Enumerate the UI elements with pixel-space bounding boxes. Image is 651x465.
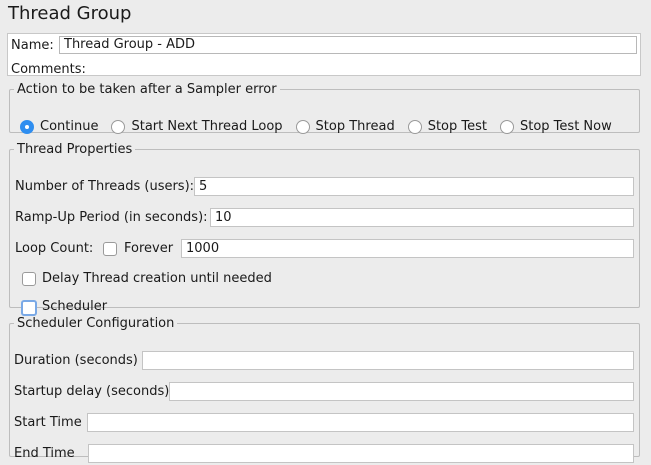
- name-label: Name:: [11, 38, 54, 53]
- start-time-label: Start Time: [14, 415, 82, 430]
- start-time-input[interactable]: [87, 413, 634, 432]
- startup-delay-input[interactable]: [169, 382, 634, 401]
- name-panel: Name: Thread Group - ADD Comments:: [7, 33, 641, 77]
- radio-stop-thread-icon[interactable]: [295, 119, 310, 134]
- radio-stop-test-label: Stop Test: [427, 119, 487, 134]
- radio-start-next-thread-loop[interactable]: Start Next Thread Loop: [111, 119, 283, 134]
- end-time-label: End Time: [14, 446, 75, 461]
- end-time-input[interactable]: [88, 444, 634, 463]
- delay-label: Delay Thread creation until needed: [42, 271, 272, 286]
- radio-continue-icon[interactable]: [20, 119, 34, 134]
- scheduler-label: Scheduler: [42, 299, 108, 314]
- scheduler-config-legend: Scheduler Configuration: [17, 316, 175, 331]
- forever-label: Forever: [124, 241, 174, 256]
- radio-stop-test[interactable]: Stop Test: [407, 119, 487, 134]
- delay-checkbox[interactable]: [22, 272, 36, 286]
- radio-start-next-thread-loop-icon[interactable]: [111, 119, 126, 134]
- thread-properties-legend: Thread Properties: [17, 142, 133, 157]
- delay-row: Delay Thread creation until needed: [10, 269, 639, 289]
- threads-label: Number of Threads (users):: [15, 179, 195, 194]
- radio-continue[interactable]: Continue: [20, 119, 98, 134]
- radio-stop-test-now-label: Stop Test Now: [520, 119, 612, 134]
- sampler-error-group: Action to be taken after a Sampler error…: [9, 82, 640, 134]
- radio-stop-test-now[interactable]: Stop Test Now: [500, 119, 612, 134]
- radio-stop-test-icon[interactable]: [407, 119, 422, 134]
- end-time-row: End Time: [10, 444, 639, 464]
- scheduler-row: Scheduler: [10, 297, 639, 317]
- radio-stop-test-now-icon[interactable]: [500, 119, 514, 134]
- duration-label: Duration (seconds): [14, 353, 138, 368]
- loop-count-label: Loop Count:: [15, 241, 94, 256]
- radio-continue-label: Continue: [40, 119, 99, 134]
- radio-stop-thread-label: Stop Thread: [315, 119, 395, 134]
- start-time-row: Start Time: [10, 413, 639, 433]
- radio-stop-thread[interactable]: Stop Thread: [295, 119, 395, 134]
- rampup-input[interactable]: 10: [210, 208, 634, 227]
- scheduler-config-group: Scheduler Configuration Duration (second…: [9, 316, 640, 463]
- loop-count-input[interactable]: 1000: [181, 239, 634, 258]
- threads-input[interactable]: 5: [194, 177, 634, 196]
- scheduler-checkbox[interactable]: [21, 300, 37, 316]
- name-input[interactable]: Thread Group - ADD: [59, 36, 637, 54]
- radio-start-next-thread-loop-label: Start Next Thread Loop: [131, 119, 283, 134]
- rampup-label: Ramp-Up Period (in seconds):: [15, 210, 208, 225]
- startup-delay-row: Startup delay (seconds): [10, 382, 639, 402]
- duration-row: Duration (seconds): [10, 351, 639, 371]
- comments-label[interactable]: Comments:: [11, 62, 86, 77]
- thread-properties-group: Thread Properties Number of Threads (use…: [9, 142, 640, 316]
- rampup-row: Ramp-Up Period (in seconds): 10: [10, 208, 639, 228]
- loop-row: Loop Count: Forever 1000: [10, 239, 639, 259]
- sampler-error-legend: Action to be taken after a Sampler error: [17, 82, 277, 97]
- forever-checkbox[interactable]: [103, 242, 117, 256]
- threads-row: Number of Threads (users): 5: [10, 177, 639, 197]
- page-title: Thread Group: [8, 3, 132, 24]
- duration-input[interactable]: [142, 351, 634, 370]
- startup-delay-label: Startup delay (seconds): [14, 384, 170, 399]
